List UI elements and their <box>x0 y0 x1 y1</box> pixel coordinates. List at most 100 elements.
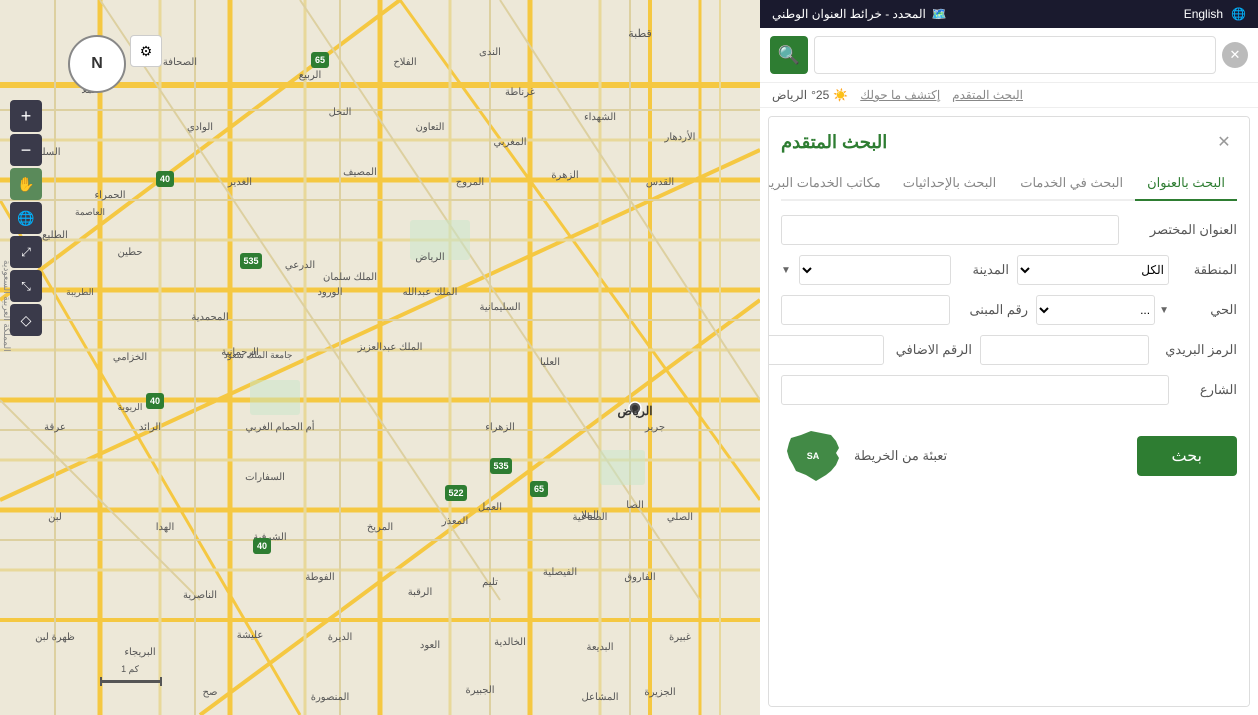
svg-text:البديعة: البديعة <box>586 642 613 653</box>
district-select[interactable]: ... <box>1036 295 1155 325</box>
district-dropdown-icon: ▼ <box>1159 305 1169 316</box>
additional-no-input[interactable] <box>768 335 884 365</box>
clear-button[interactable]: ✕ <box>1222 42 1248 68</box>
svg-text:1 كم: 1 كم <box>121 664 140 675</box>
svg-text:المصيف: المصيف <box>343 167 377 178</box>
tab-by-address[interactable]: البحث بالعنوان <box>1135 167 1237 201</box>
svg-text:الندى: الندى <box>479 47 501 58</box>
svg-text:الحمراء: الحمراء <box>94 190 125 201</box>
globe-view-button[interactable]: 🌐 <box>10 202 42 234</box>
svg-text:الدرعي: الدرعي <box>285 260 315 271</box>
street-input[interactable] <box>781 375 1169 405</box>
explore-link[interactable]: إكتشف ما حولك <box>860 88 940 102</box>
globe-icon: 🌐 <box>1231 7 1246 21</box>
svg-text:صح: صح <box>203 687 218 698</box>
expand-button[interactable]: ⤢ <box>10 236 42 268</box>
svg-text:الوادي: الوادي <box>187 122 213 133</box>
app-icon: 🗺️ <box>932 7 947 21</box>
svg-text:الهدا: الهدا <box>156 522 174 533</box>
search-submit-button[interactable]: بحث <box>1137 436 1238 476</box>
svg-text:الفيصلية: الفيصلية <box>543 567 577 578</box>
svg-text:الطليع: الطليع <box>42 230 68 241</box>
svg-text:40: 40 <box>160 174 170 184</box>
svg-text:جرير: جرير <box>644 422 665 433</box>
advanced-search-panel: ✕ البحث المتقدم البحث بالعنوان البحث في … <box>768 116 1250 707</box>
close-advanced-button[interactable]: ✕ <box>1211 129 1237 155</box>
svg-text:المريخ: المريخ <box>367 522 393 533</box>
weather-temp: °25 <box>811 88 829 102</box>
weather-city: الرياض <box>772 88 807 102</box>
svg-text:التعاون: التعاون <box>416 122 445 133</box>
svg-text:القدس: القدس <box>646 177 674 188</box>
street-label: الشارع <box>1177 382 1237 398</box>
svg-text:522: 522 <box>448 488 463 498</box>
svg-text:النخل: النخل <box>329 107 352 118</box>
map-fill-area: تعبئة من الخريطة SA <box>781 423 947 488</box>
svg-text:المغربي: المغربي <box>493 137 526 148</box>
svg-text:السفارات: السفارات <box>245 472 285 483</box>
city-select[interactable] <box>799 255 951 285</box>
svg-text:المعذر: المعذر <box>441 516 469 527</box>
zip-input[interactable] <box>980 335 1149 365</box>
zip-label: الرمز البريدي <box>1157 342 1237 358</box>
svg-text:الملك سلمان: الملك سلمان <box>323 272 377 283</box>
right-panel: 🌐 English 🗺️ المحدد - خرائط العنوان الوط… <box>760 0 1258 715</box>
map-container[interactable]: قطبة الملا الصحافة الربيع الفلاح الندى غ… <box>0 0 760 715</box>
svg-text:المحمدية: المحمدية <box>191 312 228 323</box>
zoom-out-button[interactable]: − <box>10 134 42 166</box>
map-fill-label: تعبئة من الخريطة <box>854 448 947 464</box>
district-building-row: الحي ▼ ... رقم المبنى <box>781 295 1237 325</box>
advanced-search-link[interactable]: البحث المتقدم <box>952 88 1023 102</box>
language-label[interactable]: English <box>1184 7 1223 21</box>
tab-by-services[interactable]: البحث في الخدمات <box>1008 167 1135 201</box>
city-dropdown-icon: ▼ <box>781 265 791 276</box>
svg-text:الفوطة: الفوطة <box>305 572 334 583</box>
compass-n-label: N <box>91 55 103 73</box>
svg-text:40: 40 <box>150 396 160 406</box>
svg-text:قطبة: قطبة <box>628 28 652 40</box>
building-no-input[interactable] <box>781 295 950 325</box>
svg-text:الجبيرة: الجبيرة <box>465 685 494 696</box>
edit-button[interactable]: ◇ <box>10 304 42 336</box>
additional-no-label: الرقم الاضافي <box>892 342 972 358</box>
svg-text:الديرة: الديرة <box>328 632 353 643</box>
search-input[interactable] <box>814 36 1216 74</box>
svg-text:الملك عبدالله: الملك عبدالله <box>403 287 458 298</box>
svg-text:الرياض: الرياض <box>617 404 652 419</box>
svg-text:العود: العود <box>420 640 440 651</box>
pan-button[interactable]: ✋ <box>10 168 42 200</box>
svg-text:عرقة: عرقة <box>44 422 66 433</box>
settings-button[interactable]: ⚙ <box>130 35 162 67</box>
svg-text:الصا: الصا <box>626 500 644 511</box>
svg-text:غبيرة: غبيرة <box>669 632 691 643</box>
svg-text:الجزيرة: الجزيرة <box>644 687 675 698</box>
building-no-label: رقم المبنى <box>958 302 1028 318</box>
short-address-input[interactable] <box>781 215 1119 245</box>
sub-header: البحث المتقدم إكتشف ما حولك ☀️ °25 الريا… <box>760 83 1258 108</box>
map-fill-icon[interactable]: SA <box>781 423 846 488</box>
svg-text:غرناطة: غرناطة <box>505 87 535 98</box>
region-select[interactable]: الكل <box>1017 255 1169 285</box>
svg-text:الصحافة: الصحافة <box>163 57 197 68</box>
svg-text:الأردهار: الأردهار <box>664 131 696 143</box>
svg-text:40: 40 <box>257 541 267 551</box>
collapse-button[interactable]: ⤡ <box>10 270 42 302</box>
region-city-row: المنطقة الكل المدينة ▼ <box>781 255 1237 285</box>
svg-text:المشاعل: المشاعل <box>581 692 618 703</box>
svg-text:المنصورة: المنصورة <box>311 692 350 703</box>
svg-text:الربيع: الربيع <box>299 70 321 81</box>
tab-post-offices[interactable]: مكاتب الخدمات البريدية <box>768 167 891 201</box>
zip-additional-row: الرمز البريدي الرقم الاضافي <box>781 335 1237 365</box>
svg-text:العاصمة: العاصمة <box>75 207 105 217</box>
svg-text:المروج: المروج <box>456 177 484 188</box>
svg-text:العليا: العليا <box>540 357 560 368</box>
svg-text:الورود: الورود <box>317 287 342 298</box>
svg-text:الريوبة: الريوبة <box>118 402 143 413</box>
compass-control[interactable]: N <box>68 35 126 93</box>
zoom-in-button[interactable]: + <box>10 100 42 132</box>
svg-text:الملك عبدالعزيز: الملك عبدالعزيز <box>357 342 423 353</box>
city-label: المدينة <box>959 262 1009 278</box>
tab-by-statistics[interactable]: البحث بالإحداثيات <box>891 167 1008 201</box>
svg-text:535: 535 <box>243 256 258 266</box>
search-button[interactable]: 🔍 <box>770 36 808 74</box>
